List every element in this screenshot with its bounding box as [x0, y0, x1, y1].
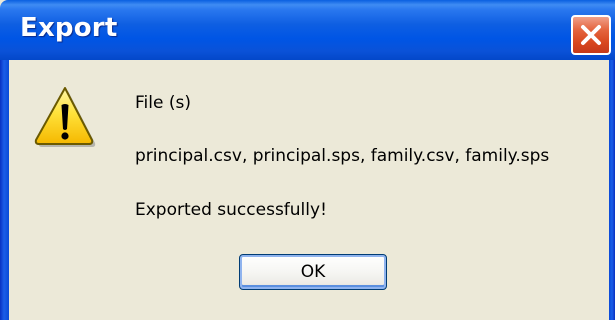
- window-frame-left: [0, 60, 9, 320]
- warning-icon: [34, 87, 96, 147]
- title-bar[interactable]: Export: [0, 0, 615, 60]
- message-status: Exported successfully!: [135, 200, 327, 220]
- message-file-list: principal.csv, principal.sps, family.csv…: [135, 146, 550, 166]
- close-button[interactable]: [571, 15, 611, 55]
- dialog-title: Export: [20, 13, 118, 43]
- close-icon: [581, 25, 601, 45]
- ok-button-label: OK: [300, 262, 326, 282]
- message-file-label: File (s): [135, 93, 191, 113]
- window-frame-right: [609, 60, 615, 320]
- export-dialog: Export File (s) principal.csv, principal…: [0, 0, 615, 320]
- ok-button[interactable]: OK: [239, 254, 387, 290]
